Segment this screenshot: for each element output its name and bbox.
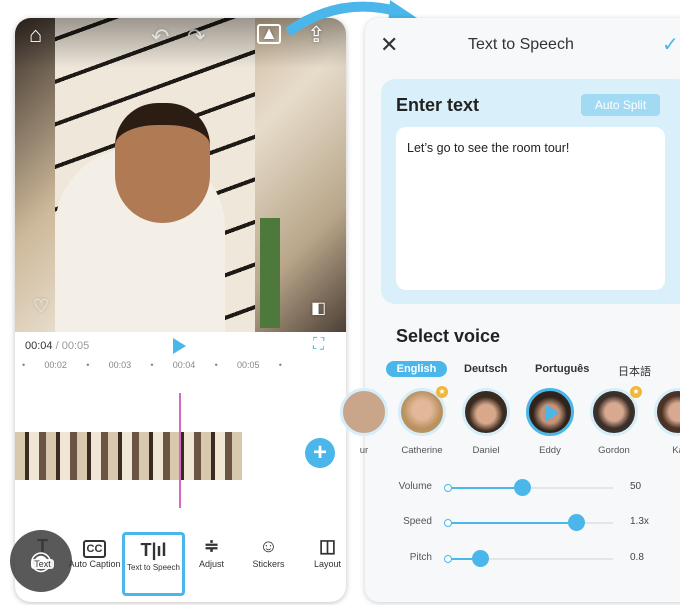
voice-name: Gordon — [598, 445, 630, 456]
voice-name: Catherine — [401, 445, 443, 456]
voice-name: Eddy — [539, 445, 561, 456]
time-readout: 00:04 / 00:05 — [25, 340, 89, 352]
video-editor-panel: ⌂ ↶ ↷ ▲ ⇪ ♡ ◧ 00:04 / 00:05 ⛶ • 00:02 • 00:… — [15, 18, 346, 602]
undo-icon[interactable]: ↶ — [151, 24, 169, 50]
tool-adjust[interactable]: ≑ Adjust — [184, 533, 239, 569]
tool-label: Auto Caption — [68, 559, 121, 569]
favorite-icon[interactable]: ♡ — [33, 296, 49, 317]
video-preview[interactable]: ⌂ ↶ ↷ ▲ ⇪ ♡ ◧ — [15, 18, 346, 332]
volume-slider[interactable] — [444, 479, 613, 496]
tool-auto-caption[interactable]: CC Auto Caption — [67, 533, 122, 569]
total-time: / 00:05 — [55, 340, 90, 352]
voice-avatar[interactable] — [340, 388, 388, 436]
tick: 00:04 — [172, 360, 196, 370]
voice-avatar-daniel[interactable] — [462, 388, 510, 436]
tool-text-to-speech[interactable]: T|ıl Text to Speech — [122, 532, 185, 596]
language-tab-portugues[interactable]: Português — [535, 363, 589, 375]
video-clip-track[interactable] — [15, 432, 242, 480]
voice-name: Ka — [672, 445, 680, 456]
volume-value: 50 — [630, 481, 642, 492]
slider-start — [444, 519, 452, 527]
language-tab-deutsch[interactable]: Deutsch — [464, 363, 507, 375]
pitch-value: 0.8 — [630, 552, 644, 563]
speed-label: Speed — [403, 516, 432, 527]
premium-badge-icon: ★ — [630, 386, 642, 398]
pitch-slider[interactable] — [444, 550, 613, 567]
compare-icon[interactable]: ◧ — [311, 298, 326, 318]
tick: 00:05 — [236, 360, 260, 370]
current-time: 00:04 — [25, 340, 53, 352]
text-to-speech-icon: T|ıl — [140, 540, 167, 560]
language-tab-english[interactable]: English — [386, 361, 447, 377]
play-icon — [545, 404, 559, 422]
play-button[interactable] — [173, 338, 186, 354]
auto-split-button[interactable]: Auto Split — [581, 94, 660, 116]
language-tab-japanese[interactable]: 日本語 — [618, 363, 651, 379]
image-icon[interactable]: ▲ — [257, 24, 281, 44]
slider-thumb[interactable] — [513, 479, 531, 496]
tool-label: Adjust — [198, 559, 224, 569]
home-icon[interactable]: ⌂ — [29, 22, 42, 48]
voice-name: ur — [359, 445, 369, 456]
redo-icon[interactable]: ↷ — [187, 24, 205, 50]
tool-label: Stickers — [252, 559, 285, 569]
sliders-icon: ≑ — [203, 536, 220, 556]
sticker-icon: ☺ — [259, 536, 278, 556]
slider-fill — [447, 487, 522, 489]
cc-icon: CC — [67, 533, 122, 559]
tool-stickers[interactable]: ☺ Stickers — [241, 533, 296, 569]
playhead[interactable] — [179, 393, 181, 508]
pitch-label: Pitch — [409, 552, 432, 563]
tool-label: Text — [31, 559, 54, 569]
speed-value: 1.3x — [630, 516, 649, 527]
text-input[interactable]: Let’s go to see the room tour! — [396, 127, 665, 290]
enter-text-label: Enter text — [396, 95, 480, 115]
volume-label: Volume — [398, 481, 432, 492]
panel-title: Text to Speech — [468, 36, 574, 53]
tool-label: Text to Speech — [127, 563, 180, 572]
premium-badge-icon: ★ — [436, 386, 448, 398]
tick: 00:03 — [108, 360, 132, 370]
tool-layout[interactable]: ◫ Layout — [300, 533, 346, 569]
plant — [260, 218, 280, 328]
layout-icon: ◫ — [318, 536, 336, 556]
person-head — [115, 103, 210, 223]
confirm-icon[interactable]: ✓ — [662, 32, 679, 57]
tick: 00:02 — [44, 360, 67, 370]
slider-start — [444, 484, 452, 492]
slider-start — [444, 555, 452, 563]
fullscreen-icon[interactable]: ⛶ — [313, 336, 324, 354]
add-clip-button[interactable]: + — [305, 438, 335, 468]
timeline-ruler: • 00:02 • 00:03 • 00:04 • 00:05 • — [22, 360, 282, 370]
slider-fill — [447, 522, 577, 524]
select-voice-label: Select voice — [396, 326, 501, 346]
speed-slider[interactable] — [444, 514, 613, 531]
tool-label: Layout — [313, 559, 342, 569]
voice-name: Daniel — [472, 445, 500, 456]
close-icon[interactable]: ✕ — [380, 32, 398, 58]
